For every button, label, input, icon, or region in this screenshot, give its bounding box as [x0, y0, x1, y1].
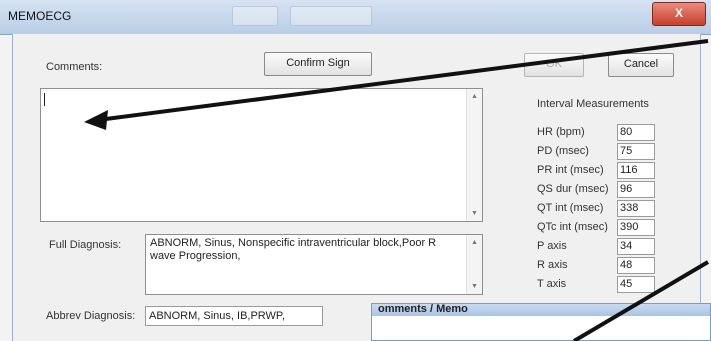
annotation-arrows [84, 39, 710, 341]
arrow-line-top [97, 39, 709, 122]
arrow-head-icon [84, 110, 108, 130]
arrow-line-bottom [572, 260, 710, 341]
